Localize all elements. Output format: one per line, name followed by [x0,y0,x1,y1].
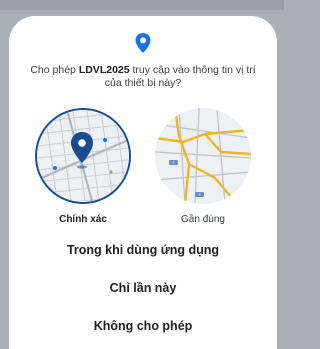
dont-allow-button[interactable]: Không cho phép [9,318,277,334]
title-prefix: Cho phép [30,64,79,76]
approximate-label: Gần đúng [181,214,225,225]
location-permission-dialog: Cho phép LDVL2025 truy cập vào thông tin… [9,16,277,349]
precise-label: Chính xác [59,214,107,225]
approximate-map-image [155,108,251,204]
approximate-location-option[interactable]: Gần đúng [155,108,251,226]
allow-only-this-time-button[interactable]: Chỉ lần này [9,280,277,296]
dialog-title: Cho phép LDVL2025 truy cập vào thông tin… [27,64,259,90]
precise-map-circle[interactable] [35,108,131,204]
app-name: LDVL2025 [78,64,130,76]
location-pin-icon [135,33,151,53]
precise-location-option[interactable]: Chính xác [35,108,131,226]
allow-while-using-app-button[interactable]: Trong khi dùng ứng dụng [9,242,277,258]
approximate-map-circle[interactable] [155,108,251,204]
precise-map-image [37,110,128,201]
scrim-top [0,0,284,10]
